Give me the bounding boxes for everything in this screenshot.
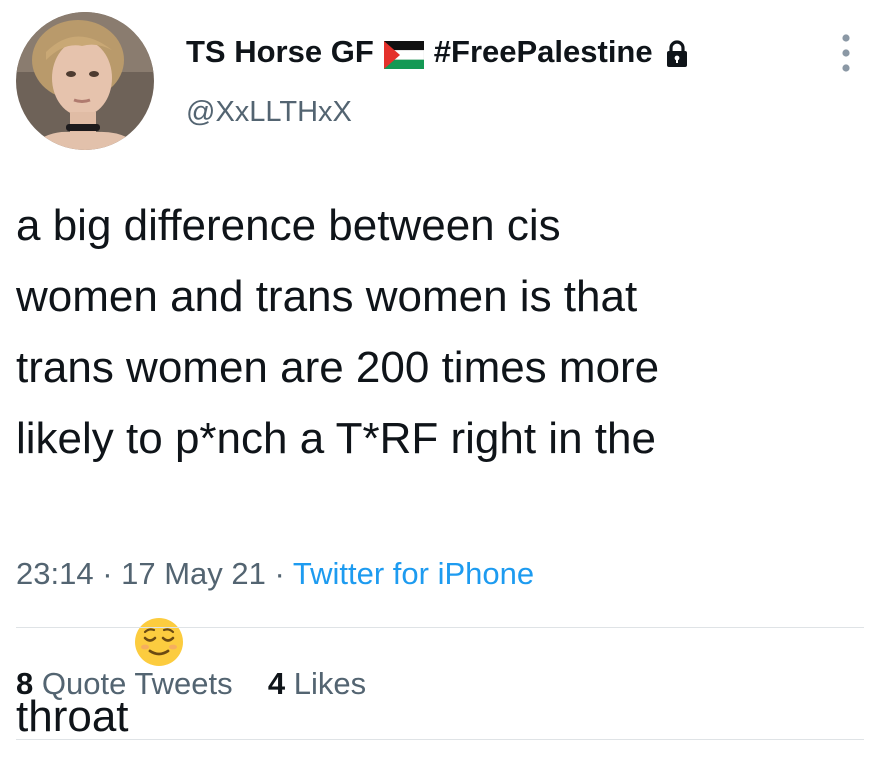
lock-icon xyxy=(665,38,689,67)
more-options-icon[interactable] xyxy=(836,30,856,76)
tweet-card: TS Horse GF #FreePalestine @XxLLTHxX a b… xyxy=(0,0,878,764)
user-handle[interactable]: @XxLLTHxX xyxy=(186,94,808,130)
tweet-time[interactable]: 23:14 xyxy=(16,556,94,591)
likes-link[interactable]: 4 Likes xyxy=(268,666,366,701)
quote-tweets-count: 8 xyxy=(16,666,34,701)
avatar[interactable] xyxy=(16,12,154,150)
quote-tweets-label: Quote Tweets xyxy=(41,666,233,701)
tweet-text-line: likely to p*nch a T*RF right in the xyxy=(16,414,656,463)
avatar-image xyxy=(16,12,154,150)
tweet-text-line: a big difference between cis xyxy=(16,201,561,250)
tweet-metadata: 23:14 · 17 May 21 · Twitter for iPhone xyxy=(16,554,534,594)
divider xyxy=(16,627,864,628)
profile-hashtag: #FreePalestine xyxy=(433,34,653,69)
display-name-row[interactable]: TS Horse GF #FreePalestine xyxy=(186,32,808,72)
tweet-source-link[interactable]: Twitter for iPhone xyxy=(293,556,534,591)
relieved-face-emoji-icon xyxy=(133,474,185,666)
tweet-text-line: women and trans women is that xyxy=(16,272,638,321)
quote-tweets-link[interactable]: 8 Quote Tweets xyxy=(16,666,233,701)
author-header: TS Horse GF #FreePalestine @XxLLTHxX xyxy=(186,32,808,130)
meta-separator: · xyxy=(93,556,122,591)
palestine-flag-icon xyxy=(383,39,425,69)
likes-label: Likes xyxy=(293,666,367,701)
tweet-date[interactable]: 17 May 21 xyxy=(121,556,266,591)
divider xyxy=(16,739,864,740)
tweet-text-line: trans women are 200 times more xyxy=(16,343,660,392)
display-name[interactable]: TS Horse GF xyxy=(186,32,374,72)
likes-count: 4 xyxy=(267,666,286,701)
engagement-stats: 8 Quote Tweets 4 Likes xyxy=(16,664,366,704)
meta-separator: · xyxy=(265,556,293,591)
tweet-text-line-last: throat xyxy=(16,474,856,752)
